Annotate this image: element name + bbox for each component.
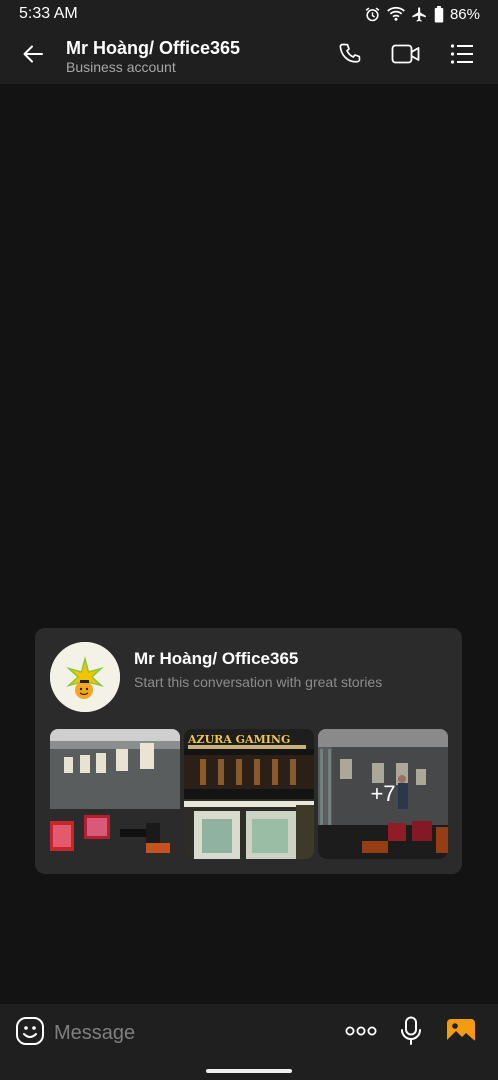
chat-header: Mr Hoàng/ Office365 Business account — [0, 28, 498, 84]
photo-thumbnail[interactable] — [50, 729, 180, 859]
more-options-button[interactable] — [336, 1008, 386, 1058]
wifi-icon — [387, 6, 405, 22]
image-icon — [446, 1018, 476, 1049]
photo-thumbnail[interactable]: AZURA GAMING — [184, 729, 314, 859]
voice-message-button[interactable] — [386, 1008, 436, 1058]
status-time: 5:33 AM — [19, 5, 78, 22]
alarm-icon — [364, 6, 381, 23]
back-button[interactable] — [0, 28, 66, 84]
sticker-icon — [15, 1016, 45, 1051]
back-arrow-icon — [21, 42, 45, 71]
microphone-icon — [400, 1016, 422, 1051]
status-bar: 5:33 AM 86% — [0, 0, 498, 28]
status-icons: 86% — [364, 5, 480, 23]
sticker-button[interactable] — [14, 1016, 46, 1051]
more-photos-count: +7 — [318, 729, 448, 859]
photo-strip: AZURA GAMING +7 — [50, 729, 448, 859]
contact-info[interactable]: Mr Hoàng/ Office365 Business account — [66, 37, 322, 76]
video-camera-icon — [391, 43, 421, 70]
conversation-area[interactable]: Mr Hoàng/ Office365 Start this conversat… — [0, 84, 498, 1004]
avatar-logo — [50, 642, 120, 712]
voice-call-button[interactable] — [322, 28, 378, 84]
card-business-name: Mr Hoàng/ Office365 — [134, 649, 299, 668]
card-tagline: Start this conversation with great stori… — [134, 674, 383, 690]
svg-text:AZURA GAMING: AZURA GAMING — [187, 733, 290, 746]
gaming-room-photo — [50, 729, 180, 859]
photo-thumbnail-more[interactable]: +7 — [318, 729, 448, 859]
chat-options-button[interactable] — [434, 28, 490, 84]
phone-icon — [338, 42, 362, 71]
account-type: Business account — [66, 58, 176, 75]
list-menu-icon — [450, 43, 474, 70]
battery-percent: 86% — [449, 5, 480, 23]
battery-icon — [434, 5, 444, 23]
avatar[interactable] — [50, 642, 120, 712]
send-image-button[interactable] — [436, 1008, 486, 1058]
more-dots-icon — [345, 1024, 377, 1042]
message-composer — [0, 1004, 498, 1062]
home-indicator[interactable] — [206, 1069, 292, 1073]
video-call-button[interactable] — [378, 28, 434, 84]
contact-name: Mr Hoàng/ Office365 — [66, 37, 241, 58]
message-input[interactable] — [54, 1013, 336, 1053]
storefront-photo: AZURA GAMING — [184, 729, 314, 859]
system-nav-bar — [0, 1062, 498, 1080]
business-intro-card[interactable]: Mr Hoàng/ Office365 Start this conversat… — [35, 628, 462, 874]
airplane-icon — [411, 6, 428, 23]
